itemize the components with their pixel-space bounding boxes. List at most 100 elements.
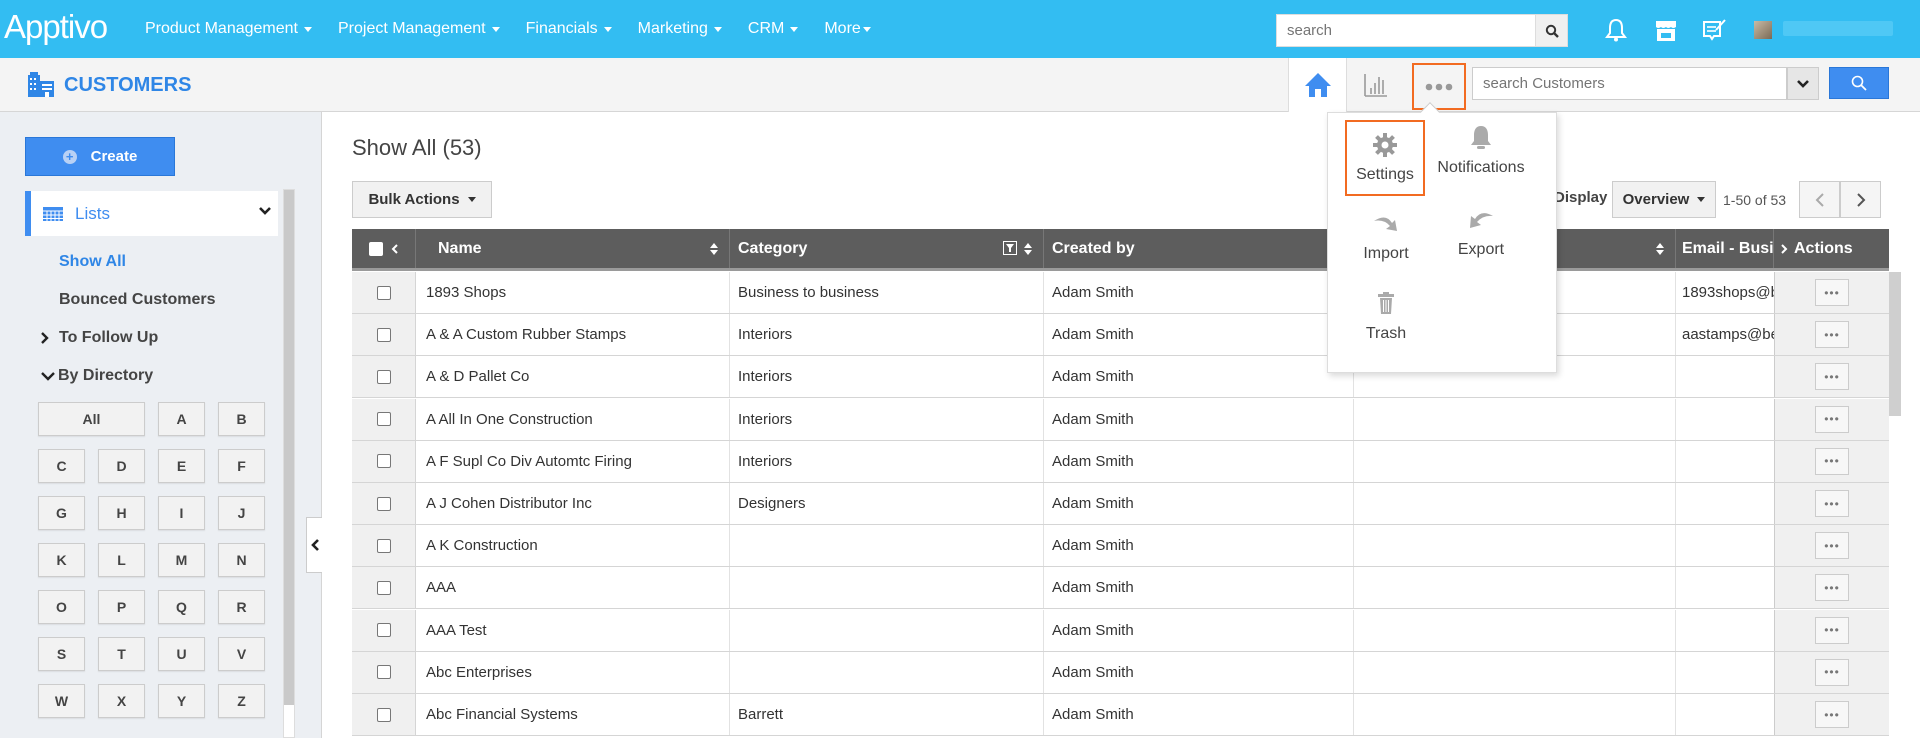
directory-letter-x[interactable]: X bbox=[98, 684, 145, 718]
directory-letter-q[interactable]: Q bbox=[158, 590, 205, 624]
nav-more[interactable]: More bbox=[824, 20, 871, 38]
sidebar-item-bounced-customers[interactable]: Bounced Customers bbox=[59, 291, 215, 309]
global-search-input[interactable] bbox=[1277, 15, 1535, 46]
collapse-sidebar-button[interactable] bbox=[306, 517, 322, 573]
directory-letter-v[interactable]: V bbox=[218, 637, 265, 671]
row-actions-button[interactable]: ••• bbox=[1815, 405, 1849, 433]
row-actions-button[interactable]: ••• bbox=[1815, 532, 1849, 560]
column-header-created-by[interactable]: Created by bbox=[1044, 229, 1354, 268]
menu-item-trash[interactable]: Trash bbox=[1341, 291, 1431, 343]
cell-email[interactable]: 1893shops@b bbox=[1676, 272, 1774, 313]
directory-letter-w[interactable]: W bbox=[38, 684, 85, 718]
directory-letter-f[interactable]: F bbox=[218, 449, 265, 483]
table-row[interactable]: AAA Adam Smith ••• bbox=[352, 567, 1889, 610]
row-checkbox[interactable] bbox=[376, 496, 391, 511]
menu-item-settings[interactable]: Settings bbox=[1345, 120, 1425, 196]
table-row[interactable]: A & D Pallet Co Interiors Adam Smith ••• bbox=[352, 356, 1889, 399]
row-actions-button[interactable]: ••• bbox=[1815, 447, 1849, 475]
directory-letter-z[interactable]: Z bbox=[218, 684, 265, 718]
table-row[interactable]: 1893 Shops Business to business Adam Smith… bbox=[352, 272, 1889, 314]
feedback-button[interactable] bbox=[1701, 16, 1729, 44]
menu-item-export[interactable]: Export bbox=[1436, 210, 1526, 259]
bulk-actions-button[interactable]: Bulk Actions bbox=[352, 181, 492, 218]
nav-marketing[interactable]: Marketing bbox=[638, 20, 722, 38]
directory-letter-a[interactable]: A bbox=[158, 402, 205, 436]
table-row[interactable]: AAA Test Adam Smith ••• bbox=[352, 609, 1889, 652]
row-checkbox[interactable] bbox=[376, 580, 391, 595]
table-row[interactable]: A & A Custom Rubber Stamps Interiors Adam … bbox=[352, 314, 1889, 357]
reports-tab[interactable] bbox=[1346, 58, 1404, 112]
nav-product-management[interactable]: Product Management bbox=[145, 20, 312, 38]
cell-name[interactable]: A All In One Construction bbox=[416, 398, 730, 440]
row-checkbox[interactable] bbox=[376, 665, 391, 680]
customer-search-input[interactable] bbox=[1473, 68, 1786, 99]
menu-item-notifications[interactable]: Notifications bbox=[1436, 125, 1526, 177]
row-checkbox[interactable] bbox=[376, 285, 391, 300]
create-button[interactable]: + Create bbox=[25, 137, 175, 176]
column-header-email[interactable]: Email - Busi bbox=[1676, 229, 1774, 268]
cell-name[interactable]: A K Construction bbox=[416, 525, 730, 567]
directory-letter-p[interactable]: P bbox=[98, 590, 145, 624]
cell-email[interactable] bbox=[1676, 567, 1774, 608]
directory-letter-s[interactable]: S bbox=[38, 637, 85, 671]
directory-letter-b[interactable]: B bbox=[218, 402, 265, 436]
cell-name[interactable]: AAA bbox=[416, 567, 730, 609]
cell-name[interactable]: Abc Financial Systems bbox=[416, 694, 730, 735]
sidebar-scrollbar[interactable] bbox=[283, 189, 295, 738]
directory-letter-j[interactable]: J bbox=[218, 496, 265, 530]
cell-email[interactable] bbox=[1676, 610, 1774, 651]
row-actions-button[interactable]: ••• bbox=[1815, 701, 1849, 728]
filter-icon[interactable] bbox=[1003, 241, 1017, 255]
more-options-tab[interactable] bbox=[1412, 63, 1466, 110]
sidebar-item-show-all[interactable]: Show All bbox=[59, 253, 126, 271]
row-actions-button[interactable]: ••• bbox=[1815, 363, 1849, 391]
row-actions-button[interactable]: ••• bbox=[1815, 490, 1849, 517]
directory-letter-l[interactable]: L bbox=[98, 543, 145, 577]
row-checkbox[interactable] bbox=[376, 369, 391, 384]
sort-icon[interactable] bbox=[1023, 242, 1033, 256]
directory-letter-m[interactable]: M bbox=[158, 543, 205, 577]
cell-email[interactable]: aastamps@be bbox=[1676, 314, 1774, 355]
sort-icon[interactable] bbox=[1655, 242, 1665, 256]
table-row[interactable]: Abc Enterprises Adam Smith ••• bbox=[352, 651, 1889, 694]
directory-letter-e[interactable]: E bbox=[158, 449, 205, 483]
cell-email[interactable] bbox=[1676, 356, 1774, 397]
chevron-left-icon[interactable] bbox=[391, 243, 399, 255]
directory-letter-d[interactable]: D bbox=[98, 449, 145, 483]
table-row[interactable]: A K Construction Adam Smith ••• bbox=[352, 525, 1889, 568]
sidebar-item-by-directory[interactable]: By Directory bbox=[40, 367, 153, 385]
next-page-button[interactable] bbox=[1840, 181, 1881, 218]
cell-email[interactable] bbox=[1676, 399, 1774, 440]
apptivo-logo[interactable]: Apptivo bbox=[4, 8, 108, 46]
table-row[interactable]: A J Cohen Distributor Inc Designers Adam S… bbox=[352, 483, 1889, 525]
row-actions-button[interactable]: ••• bbox=[1815, 574, 1849, 602]
directory-letter-t[interactable]: T bbox=[98, 637, 145, 671]
notifications-button[interactable] bbox=[1602, 16, 1630, 44]
cell-email[interactable] bbox=[1676, 483, 1774, 524]
cell-name[interactable]: A & D Pallet Co bbox=[416, 356, 730, 398]
cell-name[interactable]: AAA Test bbox=[416, 609, 730, 651]
row-checkbox[interactable] bbox=[376, 707, 391, 722]
cell-name[interactable]: A J Cohen Distributor Inc bbox=[416, 483, 730, 524]
directory-letter-o[interactable]: O bbox=[38, 590, 85, 624]
directory-letter-y[interactable]: Y bbox=[158, 684, 205, 718]
row-actions-button[interactable]: ••• bbox=[1815, 616, 1849, 644]
directory-letter-k[interactable]: K bbox=[38, 543, 85, 577]
row-checkbox[interactable] bbox=[376, 454, 391, 469]
directory-letter-g[interactable]: G bbox=[38, 496, 85, 530]
cell-email[interactable] bbox=[1676, 652, 1774, 693]
table-row[interactable]: A All In One Construction Interiors Adam S… bbox=[352, 398, 1889, 441]
table-scrollbar-thumb[interactable] bbox=[1889, 272, 1901, 416]
search-filter-dropdown[interactable] bbox=[1787, 67, 1819, 100]
cell-name[interactable]: Abc Enterprises bbox=[416, 651, 730, 693]
nav-crm[interactable]: CRM bbox=[748, 20, 799, 38]
table-row[interactable]: A F Supl Co Div Automtc Firing Interiors A… bbox=[352, 440, 1889, 483]
chevron-right-icon[interactable] bbox=[1780, 243, 1788, 255]
sort-icon[interactable] bbox=[709, 242, 719, 256]
directory-letter-i[interactable]: I bbox=[158, 496, 205, 530]
column-header-category[interactable]: Category bbox=[730, 229, 1044, 268]
home-tab[interactable] bbox=[1288, 58, 1346, 112]
row-checkbox[interactable] bbox=[376, 327, 391, 342]
user-avatar[interactable] bbox=[1754, 21, 1772, 39]
sidebar-scrollbar-thumb[interactable] bbox=[284, 190, 294, 705]
